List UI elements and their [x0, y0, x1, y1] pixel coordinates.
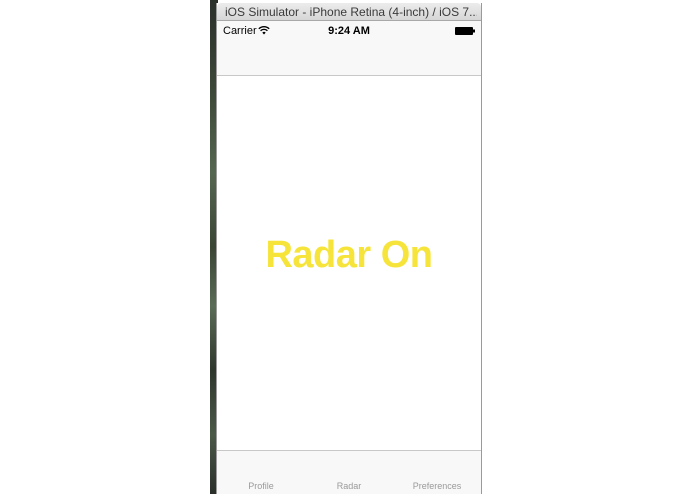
tab-profile[interactable]: Profile: [217, 481, 305, 491]
status-bar: Carrier 9:24 AM: [217, 21, 481, 41]
tab-radar[interactable]: Radar: [305, 481, 393, 491]
navigation-bar: [217, 41, 481, 76]
window-title: iOS Simulator - iPhone Retina (4-inch) /…: [225, 5, 477, 19]
main-content: Radar On: [217, 76, 481, 450]
tab-preferences[interactable]: Preferences: [393, 481, 481, 491]
window-titlebar[interactable]: iOS Simulator - iPhone Retina (4-inch) /…: [217, 3, 481, 21]
status-time: 9:24 AM: [328, 25, 370, 37]
simulator-window: iOS Simulator - iPhone Retina (4-inch) /…: [216, 3, 482, 494]
device-screen: Carrier 9:24 AM Radar On Profile Radar P…: [217, 21, 481, 494]
screenshot-stage: iOS Simulator - iPhone Retina (4-inch) /…: [0, 0, 695, 494]
battery-icon: [455, 27, 475, 35]
tab-bar: Profile Radar Preferences: [217, 450, 481, 494]
radar-status-label: Radar On: [265, 234, 433, 276]
